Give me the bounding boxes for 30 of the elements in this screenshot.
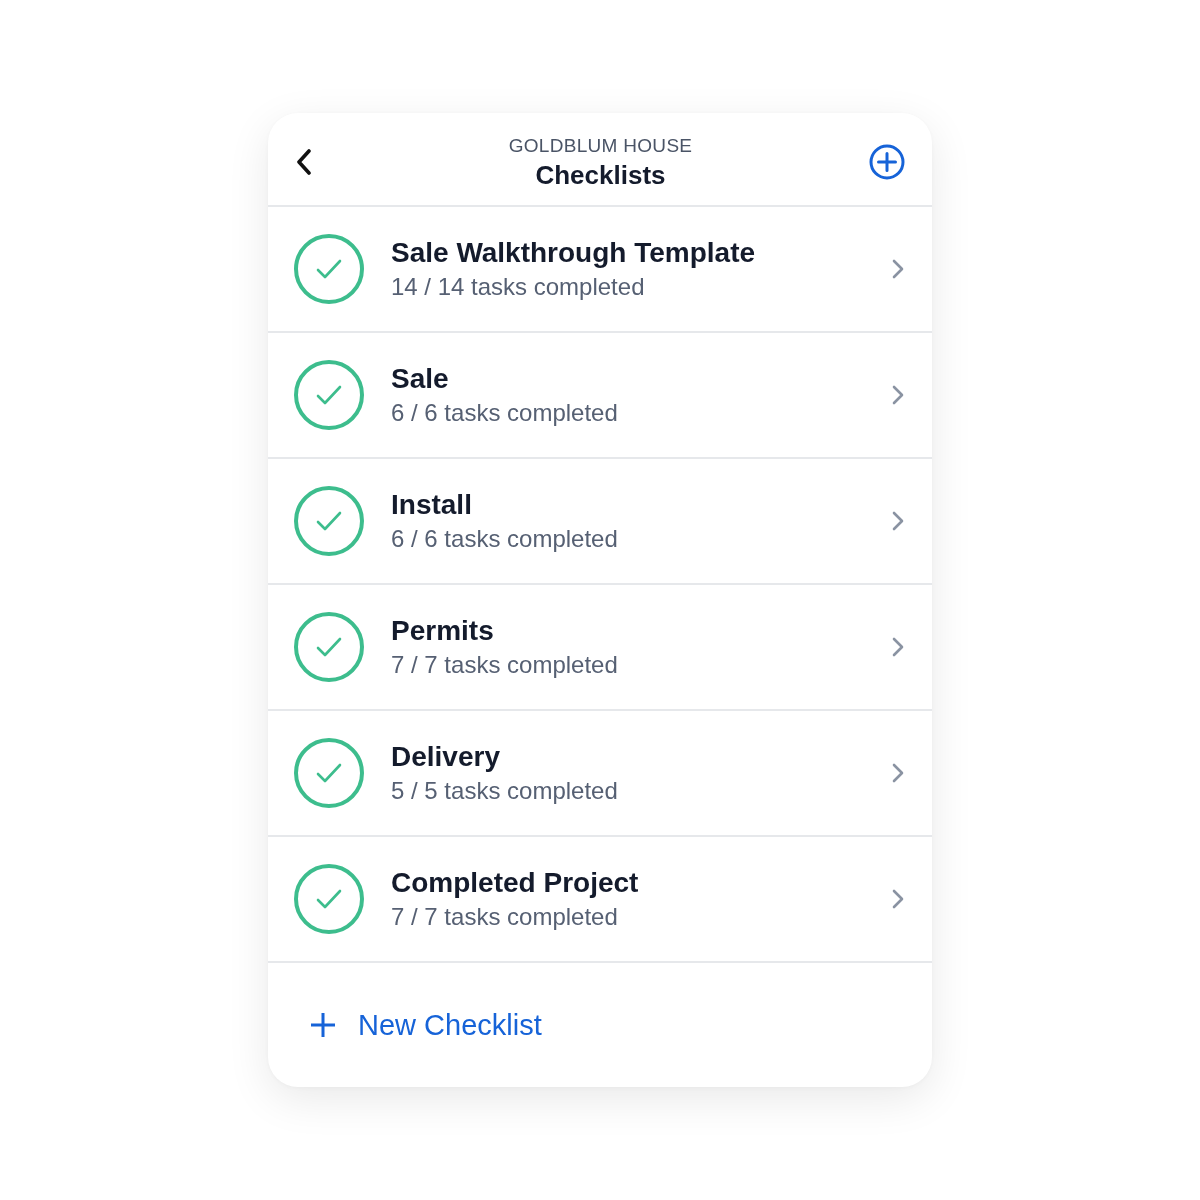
checklist-item[interactable]: Delivery 5 / 5 tasks completed [268,711,932,837]
checklist-progress: 14 / 14 tasks completed [391,271,645,302]
checklist-title: Completed Project [391,865,639,900]
checklist-progress: 7 / 7 tasks completed [391,901,618,932]
chevron-right-icon [891,889,905,909]
checklist-progress: 6 / 6 tasks completed [391,523,618,554]
checklist-item[interactable]: Sale 6 / 6 tasks completed [268,333,932,459]
chevron-right-icon [891,259,905,279]
chevron-right-icon [891,637,905,657]
add-circle-icon[interactable] [869,144,905,180]
screen-title: Checklists [535,159,666,191]
checklist-title: Permits [391,613,494,648]
checklist-item[interactable]: Completed Project 7 / 7 tasks completed [268,837,932,963]
chevron-right-icon [891,763,905,783]
checklist-item[interactable]: Sale Walkthrough Template 14 / 14 tasks completed [268,207,932,333]
chevron-right-icon [891,385,905,405]
checklist-progress: 6 / 6 tasks completed [391,397,618,428]
checklist-title: Delivery [391,739,500,774]
checklist-progress: 5 / 5 tasks completed [391,775,618,806]
checklist-item[interactable]: Permits 7 / 7 tasks completed [268,585,932,711]
checklist-progress: 7 / 7 tasks completed [391,649,618,680]
chevron-right-icon [891,511,905,531]
checklist-item[interactable]: Install 6 / 6 tasks completed [268,459,932,585]
checklist-title: Sale [391,361,449,396]
project-name: GOLDBLUM HOUSE [508,134,693,158]
new-checklist-button[interactable]: New Checklist [310,1008,542,1042]
plus-icon [310,1012,336,1038]
checklist-title: Sale Walkthrough Template [391,235,756,270]
checklist-title: Install [391,487,472,522]
back-chevron-icon[interactable] [296,149,312,175]
